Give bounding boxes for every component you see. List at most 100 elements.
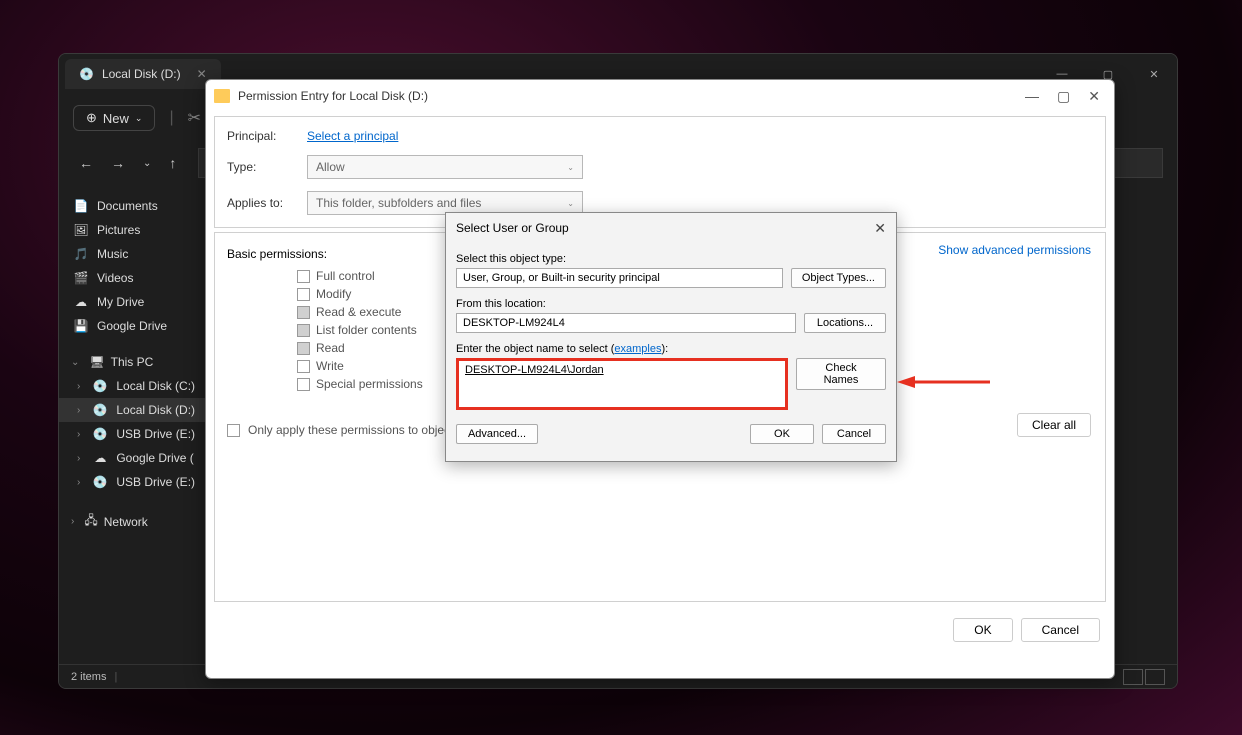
checkbox-icon: [297, 306, 310, 319]
up-button[interactable]: ↑: [163, 151, 182, 175]
document-icon: 📄: [73, 199, 89, 213]
location-input[interactable]: DESKTOP-LM924L4: [456, 313, 796, 333]
sidebar-item-label: Local Disk (D:): [116, 403, 195, 417]
principal-label: Principal:: [227, 129, 307, 143]
dialog-footer: OK Cancel: [206, 610, 1114, 650]
checkbox-icon: [227, 424, 240, 437]
explorer-tab[interactable]: 💿 Local Disk (D:) ✕: [65, 59, 221, 89]
checkbox-icon: [297, 288, 310, 301]
plus-icon: ⊕: [86, 110, 97, 126]
checkbox-icon: [297, 342, 310, 355]
perm-label: Full control: [316, 269, 375, 283]
name-label: Enter the object name to select (example…: [456, 343, 886, 355]
checkbox-icon: [297, 324, 310, 337]
dialog-titlebar: Permission Entry for Local Disk (D:) — ▢…: [206, 80, 1114, 112]
ok-button[interactable]: OK: [953, 618, 1012, 642]
network-icon: 🖧: [84, 511, 97, 532]
sidebar-item-label: My Drive: [97, 295, 144, 309]
sidebar-item-label: Videos: [97, 271, 133, 285]
object-name-value: DESKTOP-LM924L4\Jordan: [465, 364, 604, 376]
chevron-down-icon: ⌄: [567, 163, 574, 172]
checkbox-icon: [297, 378, 310, 391]
close-button[interactable]: ✕: [874, 220, 886, 237]
close-button[interactable]: ✕: [1088, 88, 1100, 105]
clear-all-button[interactable]: Clear all: [1017, 413, 1091, 437]
disk-icon: 💿: [92, 427, 108, 441]
details-view-icon[interactable]: [1123, 669, 1143, 685]
chevron-down-icon: ⌄: [567, 199, 574, 208]
sidebar-item-label: Google Drive (: [116, 451, 193, 465]
sidebar-item-label: Google Drive: [97, 319, 167, 333]
chevron-right-icon: ›: [73, 381, 84, 392]
examples-link[interactable]: examples: [614, 343, 661, 355]
dialog-window-controls: — ▢ ✕: [1025, 88, 1106, 105]
music-icon: 🎵: [73, 247, 89, 261]
object-types-button[interactable]: Object Types...: [791, 268, 886, 288]
show-advanced-link[interactable]: Show advanced permissions: [938, 243, 1091, 257]
chevron-down-icon: ⌄: [135, 113, 143, 124]
item-count: 2 items: [71, 671, 106, 683]
tab-title: Local Disk (D:): [102, 67, 181, 81]
videos-icon: 🎬: [73, 271, 89, 285]
applies-to-label: Applies to:: [227, 196, 307, 210]
close-icon[interactable]: ✕: [197, 67, 207, 81]
new-button-label: New: [103, 111, 129, 126]
chevron-right-icon: ›: [67, 516, 78, 527]
back-button[interactable]: ←: [73, 151, 99, 175]
sidebar-item-label: USB Drive (E:): [116, 427, 195, 441]
checkbox-icon: [297, 360, 310, 373]
locations-button[interactable]: Locations...: [804, 313, 886, 333]
view-toggle: [1123, 669, 1165, 685]
forward-button[interactable]: →: [105, 151, 131, 175]
chevron-right-icon: ›: [73, 477, 84, 488]
perm-label: Write: [316, 359, 344, 373]
sidebar-item-label: This PC: [111, 355, 154, 369]
drive-icon: ☁: [92, 451, 108, 465]
perm-label: List folder contents: [316, 323, 417, 337]
new-button[interactable]: ⊕ New ⌄: [73, 105, 155, 131]
advanced-button[interactable]: Advanced...: [456, 424, 538, 444]
chevron-right-icon: ›: [73, 429, 84, 440]
type-dropdown[interactable]: Allow ⌄: [307, 155, 583, 179]
up-arrow-icon[interactable]: ⌄: [137, 154, 157, 173]
sidebar-item-label: Music: [97, 247, 128, 261]
perm-label: Read & execute: [316, 305, 401, 319]
ok-button[interactable]: OK: [750, 424, 814, 444]
dropdown-value: Allow: [316, 160, 345, 174]
disk-icon: 💿: [79, 67, 94, 81]
perm-label: Special permissions: [316, 377, 423, 391]
pc-icon: 🖥: [89, 355, 104, 369]
sidebar-item-label: Network: [104, 515, 148, 529]
cancel-button[interactable]: Cancel: [822, 424, 886, 444]
close-button[interactable]: ✕: [1131, 58, 1177, 90]
dropdown-value: This folder, subfolders and files: [316, 196, 481, 210]
disk-icon: 💿: [92, 379, 108, 393]
cut-icon[interactable]: ✂: [188, 108, 201, 128]
object-type-label: Select this object type:: [456, 253, 886, 265]
sidebar-item-label: Local Disk (C:): [116, 379, 195, 393]
disk-icon: 💿: [92, 475, 108, 489]
dialog-title: Permission Entry for Local Disk (D:): [238, 89, 428, 103]
object-type-input[interactable]: User, Group, or Built-in security princi…: [456, 268, 783, 288]
select-principal-link[interactable]: Select a principal: [307, 129, 398, 143]
drive-icon: 💾: [73, 319, 89, 333]
cancel-button[interactable]: Cancel: [1021, 618, 1100, 642]
select-dialog-titlebar: Select User or Group ✕: [446, 213, 896, 243]
check-names-button[interactable]: Check Names: [796, 358, 886, 390]
name-label-prefix: Enter the object name to select (: [456, 343, 614, 355]
chevron-down-icon: ⌄: [67, 357, 83, 368]
select-dialog-body: Select this object type: User, Group, or…: [446, 243, 896, 416]
folder-icon: [214, 89, 230, 103]
minimize-button[interactable]: —: [1025, 88, 1039, 105]
large-icons-view-icon[interactable]: [1145, 669, 1165, 685]
chevron-right-icon: ›: [73, 453, 84, 464]
chevron-right-icon: ›: [73, 405, 84, 416]
maximize-button[interactable]: ▢: [1057, 88, 1070, 105]
sidebar-item-label: USB Drive (E:): [116, 475, 195, 489]
object-name-textarea[interactable]: DESKTOP-LM924L4\Jordan: [456, 358, 788, 410]
pictures-icon: 🖼: [73, 223, 89, 237]
type-label: Type:: [227, 160, 307, 174]
select-user-group-dialog: Select User or Group ✕ Select this objec…: [445, 212, 897, 462]
disk-icon: 💿: [92, 403, 108, 417]
perm-label: Read: [316, 341, 345, 355]
